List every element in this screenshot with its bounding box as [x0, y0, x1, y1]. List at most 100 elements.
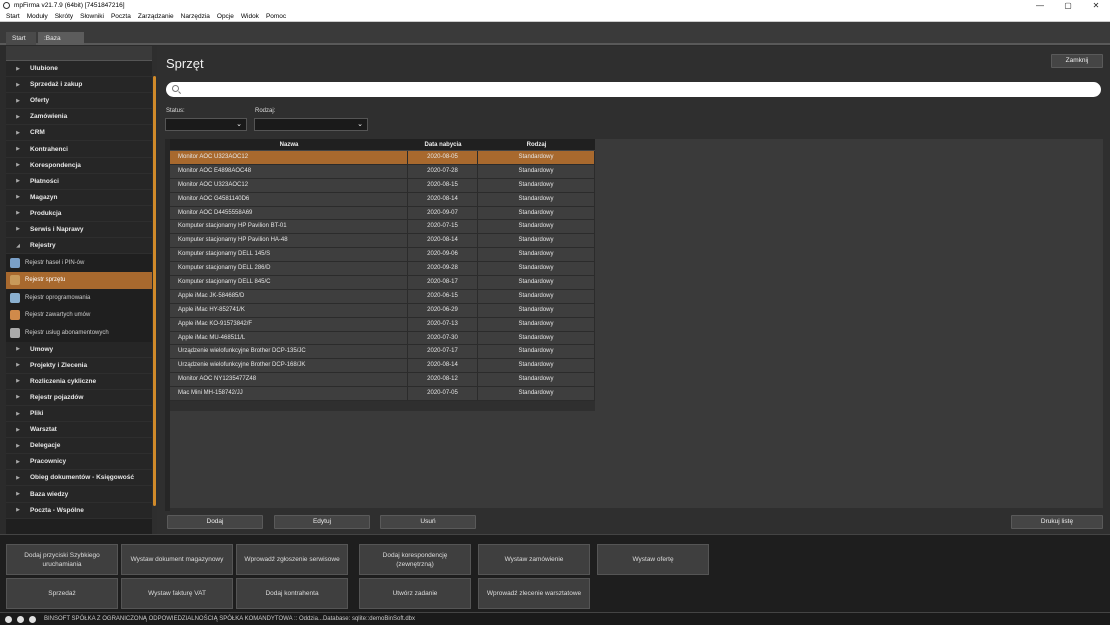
sidebar-group-magazyn[interactable]: ▶ Magazyn: [6, 189, 152, 206]
sidebar-item-rejestr-oprogramowania[interactable]: Rejestr oprogramowania: [6, 289, 152, 307]
sidebar-group-label: Delegacje: [30, 442, 61, 450]
tab-start[interactable]: Start: [6, 32, 36, 45]
sidebar-group-produkcja[interactable]: ▶ Produkcja: [6, 205, 152, 222]
sidebar-group-projekty-i-zlecenia[interactable]: ▶ Projekty i Zlecenia: [6, 357, 152, 374]
quick-action-dodaj-kontrahenta[interactable]: Dodaj kontrahenta: [236, 578, 348, 609]
table-row[interactable]: Komputer stacjonarny DELL 845/C 2020-08-1…: [170, 276, 595, 290]
quick-action-wystaw-fakture-vat[interactable]: Wystaw fakturę VAT: [121, 578, 233, 609]
table-row[interactable]: Komputer stacjonarny DELL 286/D 2020-09-2…: [170, 262, 595, 277]
sidebar-group-label: Baza wiedzy: [30, 490, 69, 498]
table-row[interactable]: Mac Mini MH-158742/JJ 2020-07-05 Standardo…: [170, 387, 595, 402]
sidebar-group-rejestr-pojazdow[interactable]: ▶ Rejestr pojazdów: [6, 389, 152, 406]
search-input[interactable]: [166, 82, 1101, 97]
sidebar-group-kontrahenci[interactable]: ▶ Kontrahenci: [6, 141, 152, 158]
table-row[interactable]: Apple iMac HY-852741/K 2020-06-29 Standard…: [170, 303, 595, 318]
quick-action-wystaw-oferte[interactable]: Wystaw ofertę: [597, 544, 709, 575]
menu-skroty[interactable]: Skróty: [55, 13, 73, 20]
table-row[interactable]: Apple iMac MU-468511/L 2020-07-30 Standard…: [170, 331, 595, 346]
sidebar-item-rejestr-uslug-abonamentowych[interactable]: Rejestr usług abonamentowych: [6, 324, 152, 342]
sidebar-group-crm[interactable]: ▶ CRM: [6, 125, 152, 142]
table-row[interactable]: Komputer stacjonarny DELL 145/S 2020-09-0…: [170, 248, 595, 263]
table-row[interactable]: Urządzenie wielofunkcyjne Brother DCP-13…: [170, 345, 595, 360]
status-dot-icon: [17, 615, 24, 623]
menu-slowniki[interactable]: Słowniki: [80, 13, 104, 20]
edit-button[interactable]: Edytuj: [274, 515, 370, 529]
menu-widok[interactable]: Widok: [241, 13, 259, 20]
menu-start[interactable]: Start: [6, 13, 20, 20]
cell-nazwa: Mac Mini MH-158742/JJ: [170, 387, 408, 401]
status-select[interactable]: ⌄: [165, 118, 247, 131]
sidebar-group-oferty[interactable]: ▶ Oferty: [6, 93, 152, 110]
menu-poczta[interactable]: Poczta: [111, 13, 131, 20]
quick-action-dodaj-korespondencje-zewnetrzna[interactable]: Dodaj korespondencję (zewnętrzną): [359, 544, 471, 575]
sidebar-group-label: Umowy: [30, 345, 54, 353]
tab-baza-demo[interactable]: :Baza Demo: [38, 32, 84, 55]
close-window-button[interactable]: ✕: [1082, 0, 1110, 11]
table-row[interactable]: Komputer stacjonarny HP Pavilion HA-48 20…: [170, 234, 595, 249]
table-row[interactable]: Urządzenie wielofunkcyjne Brother DCP-16…: [170, 359, 595, 374]
table-row[interactable]: Monitor AOC U323AOC12 2020-08-05 Standardo…: [170, 151, 595, 165]
table-row[interactable]: Apple iMac KO-91573842/F 2020-07-13 Standa…: [170, 317, 595, 332]
table-row[interactable]: Monitor AOC U323AOC12 2020-08-15 Standardo…: [170, 178, 595, 193]
menu-narzedzia[interactable]: Narzędzia: [181, 13, 210, 20]
delete-button[interactable]: Usuń: [380, 515, 476, 529]
menu-moduly[interactable]: Moduły: [27, 13, 48, 20]
print-list-button[interactable]: Drukuj listę: [1011, 515, 1103, 529]
sidebar-group-pliki[interactable]: ▶ Pliki: [6, 406, 152, 423]
sidebar-group-rejestry[interactable]: ◢ Rejestry: [6, 238, 152, 255]
table-row[interactable]: Monitor AOC D4455558A69 2020-09-07 Standar…: [170, 206, 595, 221]
sidebar-item-rejestr-zawartych-umow[interactable]: Rejestr zawartych umów: [6, 306, 152, 325]
cell-rodzaj: Standardowy: [478, 248, 595, 262]
sidebar-group-korespondencja[interactable]: ▶ Korespondencja: [6, 157, 152, 174]
scroll-thumb[interactable]: [153, 76, 156, 506]
quick-action-wystaw-dokument-magazynowy[interactable]: Wystaw dokument magazynowy: [121, 544, 233, 575]
sidebar-group-poczta-wspolne[interactable]: ▶ Poczta - Wspólne: [6, 502, 152, 519]
close-button[interactable]: Zamknij: [1051, 54, 1103, 68]
column-nazwa[interactable]: Nazwa: [170, 139, 408, 150]
sidebar-group-label: Sprzedaż i zakup: [30, 81, 83, 89]
sidebar-group-umowy[interactable]: ▶ Umowy: [6, 341, 152, 358]
maximize-button[interactable]: ▢: [1054, 0, 1082, 11]
expand-arrow-icon: ▶: [16, 394, 20, 401]
cell-rodzaj: Standardowy: [478, 317, 595, 331]
expand-arrow-icon: ▶: [16, 226, 20, 233]
quick-action-dodaj-przyciski-szybkiego-uruchamiania[interactable]: Dodaj przyciski Szybkiego uruchamiania: [6, 544, 118, 575]
sidebar-group-platnosci[interactable]: ▶ Płatności: [6, 173, 152, 190]
title-bar: mpFirma v21.7.9 (64bit) [7451847216] — ▢…: [0, 0, 1110, 11]
quick-action-wystaw-zamowienie[interactable]: Wystaw zamówienie: [478, 544, 590, 575]
table-row[interactable]: Monitor AOC E4898AOC48 2020-07-28 Standard…: [170, 164, 595, 179]
quick-action-sprzedaz[interactable]: Sprzedaż: [6, 578, 118, 609]
sidebar-group-pracownicy[interactable]: ▶ Pracownicy: [6, 454, 152, 471]
quick-action-utworz-zadanie[interactable]: Utwórz zadanie: [359, 578, 471, 609]
sidebar-item-label: Rejestr haseł i PIN-ów: [25, 259, 85, 266]
menu-pomoc[interactable]: Pomoc: [266, 13, 286, 20]
cell-nazwa: Urządzenie wielofunkcyjne Brother DCP-13…: [170, 345, 408, 359]
cell-nazwa: Monitor AOC D4455558A69: [170, 206, 408, 220]
add-button[interactable]: Dodaj: [167, 515, 263, 529]
sidebar-group-rozliczenia-cykliczne[interactable]: ▶ Rozliczenia cykliczne: [6, 373, 152, 390]
quick-action-wprowadz-zgloszenie-serwisowe[interactable]: Wprowadź zgłoszenie serwisowe: [236, 544, 348, 575]
quick-action-wprowadz-zlecenie-warsztatowe[interactable]: Wprowadź zlecenie warsztatowe: [478, 578, 590, 609]
status-bar: BINSOFT SPÓŁKA Z OGRANICZONĄ ODPOWIEDZIA…: [0, 612, 1110, 625]
table-row[interactable]: Komputer stacjonarny HP Pavilion BT-01 20…: [170, 220, 595, 235]
sidebar-group-sprzedaz-i-zakup[interactable]: ▶ Sprzedaż i zakup: [6, 77, 152, 94]
sidebar-group-obieg-dokumentow-ksiegowosc[interactable]: ▶ Obieg dokumentów - Księgowość: [6, 470, 152, 487]
column-data-nabycia[interactable]: Data nabycia: [408, 139, 478, 150]
sidebar-group-warsztat[interactable]: ▶ Warsztat: [6, 422, 152, 439]
menu-opcje[interactable]: Opcje: [217, 13, 234, 20]
sidebar-group-baza-wiedzy[interactable]: ▶ Baza wiedzy: [6, 486, 152, 503]
rodzaj-select[interactable]: ⌄: [254, 118, 368, 131]
sidebar-item-rejestr-hasel-i-pin-ow[interactable]: Rejestr haseł i PIN-ów: [6, 254, 152, 272]
table-row[interactable]: Monitor AOC NY1235477Z48 2020-08-12 Standa…: [170, 373, 595, 388]
cell-rodzaj: Standardowy: [478, 262, 595, 276]
minimize-button[interactable]: —: [1026, 0, 1054, 11]
table-row[interactable]: Apple iMac JK-584685/D 2020-06-15 Standard…: [170, 289, 595, 304]
sidebar-group-serwis-i-naprawy[interactable]: ▶ Serwis i Naprawy: [6, 221, 152, 239]
sidebar-group-ulubione[interactable]: ▶ Ulubione: [6, 61, 152, 78]
sidebar-item-rejestr-sprzetu[interactable]: Rejestr sprzętu: [6, 271, 152, 290]
table-row[interactable]: Monitor AOC G4581140D6 2020-08-14 Standard…: [170, 192, 595, 207]
column-rodzaj[interactable]: Rodzaj: [478, 139, 595, 150]
sidebar-group-zamowienia[interactable]: ▶ Zamówienia: [6, 109, 152, 126]
menu-zarzadzanie[interactable]: Zarządzanie: [138, 13, 174, 20]
sidebar-group-delegacje[interactable]: ▶ Delegacje: [6, 438, 152, 455]
